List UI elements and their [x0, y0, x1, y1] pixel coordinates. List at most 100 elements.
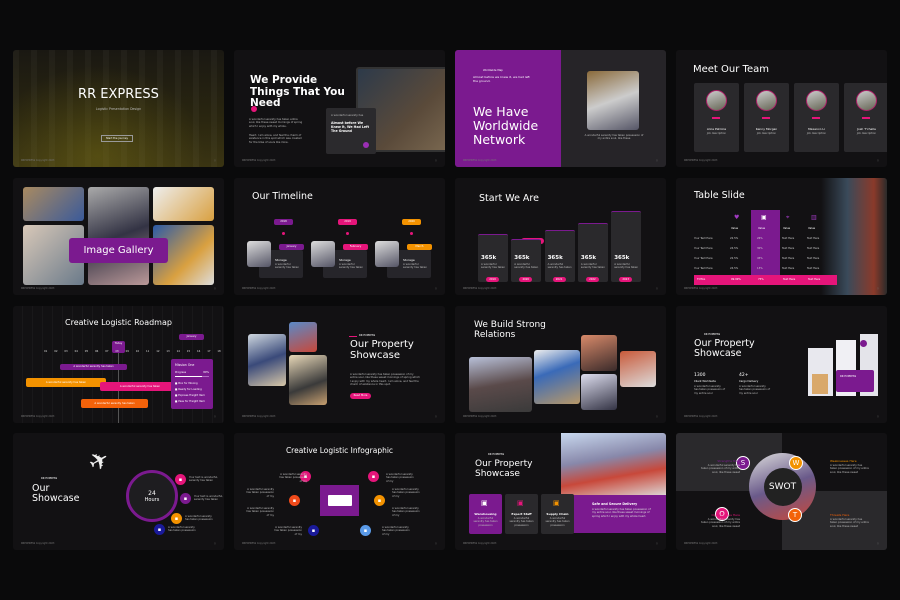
swot-text: A wonderful serenity has taken possessio…: [830, 464, 869, 474]
kicker: RR EXPRESS: [41, 477, 58, 480]
read-more-button[interactable]: Read More: [350, 393, 371, 399]
column-icon: ▣: [761, 214, 767, 221]
card-label: A wonderful serenity has: [331, 114, 364, 117]
slide-gallery[interactable]: Image Gallery RREXPRESS Copyright 2023 ○: [13, 178, 224, 295]
slide-infographic[interactable]: Creative Logistic Infographic RREXPRESS …: [234, 433, 445, 550]
kicker: RR EXPRESS: [359, 334, 376, 337]
kicker-line: [349, 336, 357, 337]
slide-footer: RREXPRESS Copyright 2023: [463, 287, 497, 290]
service-icon: ▣: [481, 499, 488, 507]
truck-label: RR EXPRESS: [840, 375, 857, 378]
day-label: 01: [44, 350, 48, 353]
slide-property-3[interactable]: Safe and Secure Delivery A wonderful ser…: [455, 433, 666, 550]
slide-footer: RREXPRESS Copyright 2023: [684, 287, 718, 290]
slide-footer: RREXPRESS Copyright 2023: [463, 159, 497, 162]
service-text: A wonderful serenity has taken possessio…: [473, 517, 498, 527]
infographic-text: A wonderful serenity has taken possessio…: [274, 526, 302, 536]
progress-bar: [175, 376, 209, 377]
page-number-icon: ○: [213, 542, 216, 545]
van-photo: [289, 355, 327, 405]
member-role: Job description: [856, 132, 877, 135]
slide-title: Our Property Showcase: [350, 339, 414, 361]
slide-roadmap[interactable]: Creative Logistic Roadmap January Today …: [13, 306, 224, 423]
ship-photo: [469, 357, 532, 412]
service-card[interactable]: ▣ Warehousing A wonderful serenity has tak…: [469, 494, 502, 534]
swot-letter-badge: T: [788, 508, 802, 522]
total-cell: Text Here: [783, 278, 796, 281]
social-icons[interactable]: [862, 117, 870, 119]
table-cell: 22.5%: [730, 257, 739, 260]
hours-ring: 24 Hours: [126, 470, 178, 522]
slide-footer: RREXPRESS Copyright 2023: [242, 415, 276, 418]
slide-cover[interactable]: RR EXPRESS Logistic Presentation Design …: [13, 50, 224, 167]
day-label: 09: [125, 350, 129, 353]
stat-value: 42+: [739, 373, 749, 378]
page-number-icon: ○: [876, 287, 879, 290]
body-text: A wonderful serenity has taken entire so…: [249, 118, 303, 128]
slide-property-2[interactable]: RR EXPRESS Our Property Showcase 1300 Cl…: [676, 306, 887, 423]
slide-title: Our Showcase: [32, 483, 80, 505]
slide-showcase[interactable]: RR EXPRESS Our Showcase 24 Hours ✈ RREXP…: [13, 433, 224, 550]
slide-swot[interactable]: SWOT RREXPRESS Copyright 2023 ○ S Strengths…: [676, 433, 887, 550]
task-bar[interactable]: A wonderful serenity has taken: [100, 382, 180, 391]
service-card[interactable]: ▣ Expert Staff A wonderful serenity has ta…: [505, 494, 538, 534]
team-card[interactable]: Kenny Morgan Job description: [744, 83, 789, 152]
gallery-photo: [88, 187, 149, 285]
infographic-text: A wonderful serenity has taken possessio…: [246, 507, 274, 517]
stat-text: A wonderful serenity has taken possessio…: [739, 385, 770, 395]
page-number-icon: ○: [876, 542, 879, 545]
slide-provide[interactable]: We Provide Things That You Need A wonder…: [234, 50, 445, 167]
location-pin-icon: [860, 340, 867, 347]
table-cell: 30%: [757, 247, 763, 250]
slide-table[interactable]: Table Slide RREXPRESS Copyright 2023 ○ ♥ Va…: [676, 178, 887, 295]
service-label: Expert Staff: [511, 512, 532, 516]
infographic-text: A wonderful serenity has taken possessio…: [382, 526, 410, 536]
day-label: 02: [54, 350, 58, 353]
timeline-photo: [247, 241, 271, 267]
start-journey-button[interactable]: Start the journey: [101, 135, 133, 143]
slide-timeline[interactable]: Our Timeline RREXPRESS Copyright 2023 ○ 20…: [234, 178, 445, 295]
hours-value: 24: [148, 489, 156, 497]
team-card[interactable]: Alice Patricia Job description: [694, 83, 739, 152]
slide-network[interactable]: Worldwide Map Almost before we knew it, …: [455, 50, 666, 167]
page-number-icon: ○: [876, 415, 879, 418]
year-badge: 2018: [274, 219, 293, 225]
swot-title: Opportunities Here: [711, 513, 740, 517]
service-label: Warehousing: [474, 512, 497, 516]
slide-title: We Have Worldwide Network: [473, 104, 539, 147]
day-label: 07: [105, 350, 109, 353]
slide-team[interactable]: Meet Our Team RREXPRESS Copyright 2023 ○ A…: [676, 50, 887, 167]
feature-icon: ▪: [154, 524, 165, 535]
team-card[interactable]: Maxenco Li Job description: [794, 83, 839, 152]
service-card[interactable]: ▣ Supply Chain A wonderful serenity has ta…: [541, 494, 574, 534]
slide-relations[interactable]: We Build Strong Relations RREXPRESS Copy…: [455, 306, 666, 423]
slide-footer: RREXPRESS Copyright 2023: [21, 415, 55, 418]
stat-bar: [577, 223, 608, 282]
checklist-item[interactable]: ■ Pass for Freight Item: [175, 400, 205, 403]
checklist-item[interactable]: ■ Express Freight Item: [175, 394, 205, 397]
timeline-dot: [282, 232, 285, 235]
timeline-dot: [346, 232, 349, 235]
slide-stats[interactable]: Start We Are Highlighted RREXPRESS Copyr…: [455, 178, 666, 295]
month-badge: January: [179, 334, 204, 340]
social-icons[interactable]: [762, 117, 770, 119]
table-cell: Text Here: [782, 247, 795, 250]
mission-title: Mission One: [175, 363, 195, 367]
infographic-text: A wonderful serenity has taken possessio…: [392, 507, 420, 517]
total-cell: 75%: [758, 278, 764, 281]
stat-value: 365k: [514, 255, 530, 261]
slide-property-1[interactable]: RR EXPRESS Our Property Showcase A wonde…: [234, 306, 445, 423]
social-icons[interactable]: [712, 117, 720, 119]
task-bar[interactable]: A wonderful serenity has taken: [60, 364, 127, 370]
task-bar[interactable]: A wonderful serenity has taken: [81, 399, 148, 408]
table-cell: Text Here: [782, 267, 795, 270]
member-name: Maxenco Li: [808, 127, 825, 131]
checklist-item[interactable]: ■ Box for Moving: [175, 382, 198, 385]
mission-card: Mission One Progress 80% ■ Box for Movin…: [171, 359, 213, 409]
hours-label: Hours: [144, 496, 160, 503]
team-card[interactable]: Josh T'challa Job description: [844, 83, 887, 152]
social-icons[interactable]: [812, 117, 820, 119]
checklist-item[interactable]: ■ Ready for Loading: [175, 388, 202, 391]
task-bar[interactable]: A wonderful serenity has taken: [26, 378, 106, 387]
table-cell: Text Here: [807, 237, 820, 240]
